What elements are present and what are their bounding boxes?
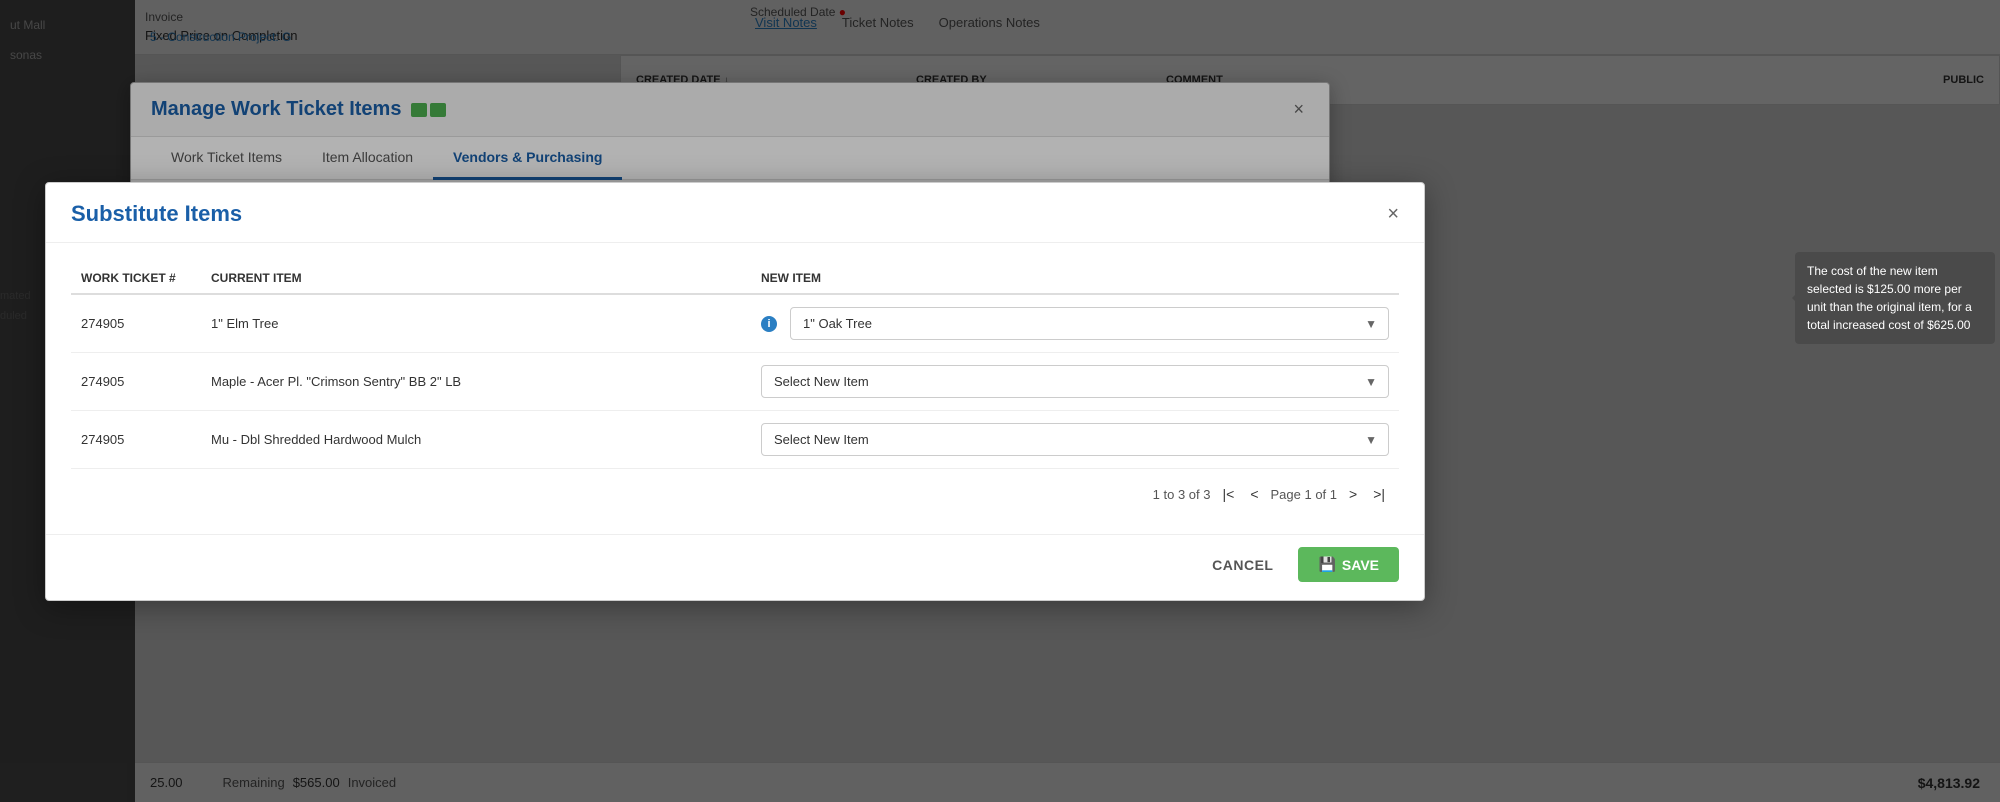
pagination-row: 1 to 3 of 3 |< < Page 1 of 1 > >| [71,469,1399,514]
ticket-274905-2: 274905 [71,353,201,411]
table-row: 274905 1" Elm Tree i 1" Oak Tree ▼ [71,294,1399,353]
pagination-range: 1 to 3 of 3 [1153,487,1211,502]
inner-modal-body: WORK TICKET # CURRENT ITEM NEW ITEM 2749… [46,243,1424,534]
ticket-274905-3: 274905 [71,411,201,469]
new-item-select-wrapper-3: Select New Item ▼ [761,423,1389,456]
cancel-button[interactable]: CANCEL [1197,549,1288,581]
new-item-cell-2: Select New Item ▼ [751,353,1399,411]
tooltip-text: The cost of the new item selected is $12… [1807,264,1972,332]
first-page-button[interactable]: |< [1219,484,1239,504]
new-item-select-3[interactable]: Select New Item [761,423,1389,456]
last-page-button[interactable]: >| [1369,484,1389,504]
info-icon-1[interactable]: i [761,316,777,332]
substitute-items-table: WORK TICKET # CURRENT ITEM NEW ITEM 2749… [71,263,1399,469]
save-button[interactable]: 💾 SAVE [1298,547,1399,582]
next-page-button[interactable]: > [1345,484,1361,504]
new-item-cell-3: Select New Item ▼ [751,411,1399,469]
current-item-2: Maple - Acer Pl. "Crimson Sentry" BB 2" … [201,353,751,411]
prev-page-button[interactable]: < [1246,484,1262,504]
new-item-select-2[interactable]: Select New Item [761,365,1389,398]
new-item-select-wrapper-2: Select New Item ▼ [761,365,1389,398]
th-current-item: CURRENT ITEM [201,263,751,294]
tooltip-box: The cost of the new item selected is $12… [1795,252,1995,344]
inner-modal-title: Substitute Items [71,201,242,227]
current-item-3: Mu - Dbl Shredded Hardwood Mulch [201,411,751,469]
table-row: 274905 Maple - Acer Pl. "Crimson Sentry"… [71,353,1399,411]
save-label: SAVE [1342,557,1379,573]
th-work-ticket: WORK TICKET # [71,263,201,294]
inner-modal-footer: CANCEL 💾 SAVE [46,534,1424,600]
inner-modal-header: Substitute Items × [46,183,1424,243]
new-item-select-1[interactable]: 1" Oak Tree [790,307,1389,340]
table-row: 274905 Mu - Dbl Shredded Hardwood Mulch … [71,411,1399,469]
th-new-item: NEW ITEM [751,263,1399,294]
save-icon: 💾 [1318,556,1335,573]
inner-modal: Substitute Items × WORK TICKET # CURRENT… [45,182,1425,601]
ticket-274905-1: 274905 [71,294,201,353]
new-item-cell-1: i 1" Oak Tree ▼ [751,294,1399,353]
current-item-1: 1" Elm Tree [201,294,751,353]
page-info: Page 1 of 1 [1271,487,1338,502]
inner-modal-close-button[interactable]: × [1387,203,1399,226]
new-item-select-wrapper-1: 1" Oak Tree ▼ [790,307,1389,340]
